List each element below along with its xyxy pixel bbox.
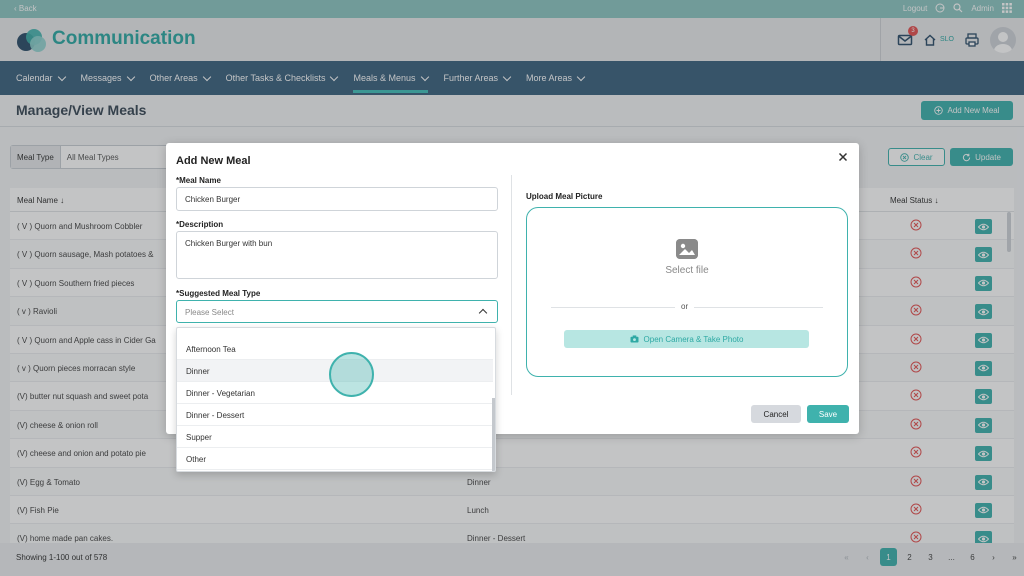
camera-icon [630, 335, 639, 343]
cancel-button[interactable]: Cancel [751, 405, 801, 423]
option-dinner-dessert[interactable]: Dinner - Dessert [177, 404, 493, 426]
description-textarea[interactable]: Chicken Burger with bun [176, 231, 498, 279]
option-supper[interactable]: Supper [177, 426, 493, 448]
description-label: *Description [176, 220, 224, 229]
meal-type-label: *Suggested Meal Type [176, 289, 261, 298]
modal-title: Add New Meal [176, 155, 251, 167]
save-button[interactable]: Save [807, 405, 849, 423]
dropdown-scrollbar[interactable] [492, 398, 495, 471]
meal-type-select[interactable]: Please Select [176, 300, 498, 323]
meal-name-label: *Meal Name [176, 176, 221, 185]
chevron-up-icon [478, 308, 488, 318]
option-afternoon-tea[interactable]: Afternoon Tea [177, 338, 493, 360]
image-icon [676, 239, 698, 259]
meal-name-input[interactable]: Chicken Burger [176, 187, 498, 211]
open-camera-label: Open Camera & Take Photo [643, 334, 744, 344]
option-other[interactable]: Other [177, 448, 493, 470]
upload-dropzone[interactable]: Select file or Open Camera & Take Photo [526, 207, 848, 377]
meal-type-placeholder: Please Select [185, 308, 234, 317]
upload-label: Upload Meal Picture [526, 192, 603, 201]
or-text: or [675, 302, 695, 311]
open-camera-button[interactable]: Open Camera & Take Photo [564, 330, 809, 348]
modal-divider [511, 175, 512, 395]
meal-type-dropdown: Afternoon Tea Dinner Dinner - Vegetarian… [176, 327, 496, 472]
select-file-text[interactable]: Select file [527, 265, 847, 276]
close-icon[interactable] [837, 151, 849, 163]
touch-indicator [329, 352, 374, 397]
